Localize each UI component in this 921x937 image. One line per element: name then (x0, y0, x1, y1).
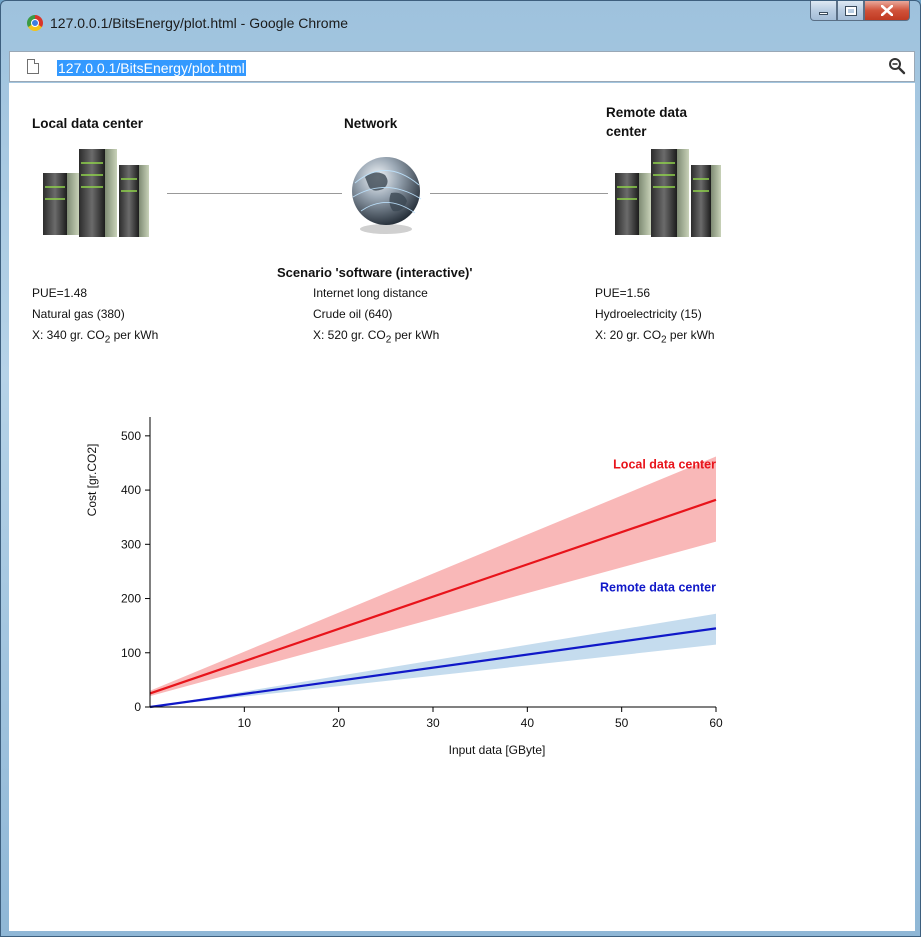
y-tick-label: 200 (121, 592, 141, 606)
close-icon (881, 5, 893, 16)
window-title: 127.0.0.1/BitsEnergy/plot.html - Google … (50, 15, 349, 31)
close-button[interactable] (864, 1, 910, 21)
y-tick-label: 400 (121, 483, 141, 497)
address-bar[interactable]: 127.0.0.1/BitsEnergy/plot.html (9, 51, 915, 82)
y-tick-label: 0 (134, 700, 141, 714)
x-tick-label: 10 (238, 716, 252, 730)
url-text[interactable]: 127.0.0.1/BitsEnergy/plot.html (57, 60, 246, 76)
x-tick-label: 40 (521, 716, 535, 730)
y-tick-label: 100 (121, 646, 141, 660)
window-controls (810, 1, 910, 21)
page-icon (27, 59, 39, 74)
zoom-icon[interactable] (888, 57, 906, 75)
minimize-button[interactable] (810, 1, 837, 21)
minimize-icon (819, 12, 828, 15)
x-tick-label: 30 (426, 716, 440, 730)
local-data-center-band (150, 456, 716, 697)
y-axis-label: Cost [gr.CO2] (85, 444, 99, 517)
local-data-center-label: Local data center (613, 457, 716, 471)
cost-chart: Local data center Remote data center 0 100… (85, 417, 723, 757)
remote-data-center-label: Remote data center (600, 581, 716, 595)
page-content: Local data center Network Remote data ce… (9, 83, 915, 931)
x-tick-label: 60 (709, 716, 723, 730)
x-tick-label: 50 (615, 716, 629, 730)
chrome-icon (27, 15, 43, 31)
x-tick-label: 20 (332, 716, 346, 730)
x-axis-label: Input data [GByte] (449, 743, 546, 757)
maximize-icon (844, 5, 857, 16)
maximize-button[interactable] (837, 1, 864, 21)
title-bar[interactable]: 127.0.0.1/BitsEnergy/plot.html - Google … (1, 1, 920, 47)
y-tick-label: 300 (121, 537, 141, 551)
y-tick-label: 500 (121, 429, 141, 443)
browser-window: 127.0.0.1/BitsEnergy/plot.html - Google … (0, 0, 921, 937)
